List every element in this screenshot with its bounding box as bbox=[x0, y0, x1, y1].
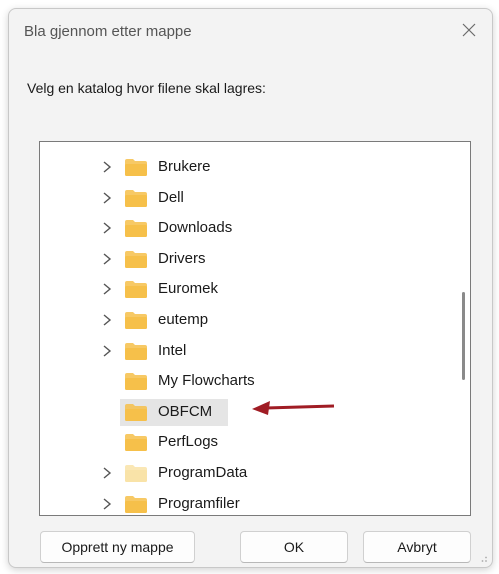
folder-icon bbox=[125, 159, 147, 176]
tree-item[interactable]: My Flowcharts bbox=[40, 367, 470, 395]
instruction-text: Velg en katalog hvor filene skal lagres: bbox=[27, 80, 266, 96]
tree-item-label: Intel bbox=[158, 341, 187, 359]
tree-item[interactable]: Intel bbox=[40, 337, 470, 365]
tree-item[interactable]: Programfiler bbox=[40, 490, 470, 515]
tree-item[interactable]: Drivers bbox=[40, 245, 470, 273]
chevron-right-icon[interactable] bbox=[100, 465, 114, 481]
chevron-right-icon[interactable] bbox=[100, 220, 114, 236]
tree-item-label: eutemp bbox=[158, 311, 209, 328]
chevron-right-icon[interactable] bbox=[100, 159, 114, 175]
tree-item-label: ProgramData bbox=[158, 464, 248, 481]
folder-icon bbox=[125, 373, 147, 391]
chevron-right-icon[interactable] bbox=[100, 343, 114, 359]
folder-icon bbox=[125, 495, 147, 513]
new-folder-button[interactable]: Opprett ny mappe bbox=[40, 531, 195, 563]
ok-button[interactable]: OK bbox=[240, 531, 348, 563]
folder-icon bbox=[125, 465, 147, 482]
folder-icon bbox=[125, 281, 147, 299]
resize-grip-icon[interactable] bbox=[478, 553, 488, 563]
tree-item-label: Dell bbox=[158, 188, 184, 206]
tree-item[interactable]: PerfLogs bbox=[40, 428, 470, 456]
cancel-button[interactable]: Avbryt bbox=[363, 531, 471, 563]
tree-item[interactable]: Dell bbox=[40, 184, 470, 212]
folder-icon bbox=[125, 403, 147, 421]
folder-tree[interactable]: Brukere Dell Downloads Drivers Euromek eutemp… bbox=[39, 141, 471, 516]
folder-icon bbox=[125, 220, 147, 238]
tree-item-label: Brukere bbox=[158, 158, 211, 175]
tree-item-label: Downloads bbox=[158, 219, 233, 237]
folder-icon bbox=[125, 312, 147, 329]
annotation-arrow-icon bbox=[252, 401, 335, 415]
tree-item[interactable]: Brukere bbox=[40, 153, 470, 181]
chevron-right-icon[interactable] bbox=[100, 190, 114, 206]
title-bar: Bla gjennom etter mappe bbox=[9, 9, 492, 53]
tree-item-label: Drivers bbox=[158, 249, 206, 267]
tree-item-label: PerfLogs bbox=[158, 433, 219, 451]
tree-item-label: OBFCM bbox=[158, 402, 213, 420]
chevron-right-icon[interactable] bbox=[100, 281, 114, 297]
close-icon[interactable] bbox=[458, 19, 480, 41]
tree-item-label: Programfiler bbox=[158, 494, 240, 512]
chevron-right-icon[interactable] bbox=[100, 251, 114, 267]
folder-icon bbox=[125, 342, 147, 360]
chevron-right-icon[interactable] bbox=[100, 496, 114, 512]
tree-item[interactable]: Euromek bbox=[40, 275, 470, 303]
folder-icon bbox=[125, 250, 147, 268]
dialog-title: Bla gjennom etter mappe bbox=[24, 23, 192, 40]
tree-item-label: My Flowcharts bbox=[158, 372, 255, 390]
folder-icon bbox=[125, 434, 147, 452]
tree-item[interactable]: eutemp bbox=[40, 306, 470, 334]
folder-icon bbox=[125, 189, 147, 207]
chevron-right-icon[interactable] bbox=[100, 312, 114, 328]
tree-item[interactable]: ProgramData bbox=[40, 459, 470, 487]
browse-folder-dialog: Bla gjennom etter mappe Velg en katalog … bbox=[8, 8, 493, 568]
tree-item[interactable]: Downloads bbox=[40, 214, 470, 242]
tree-item-label: Euromek bbox=[158, 280, 219, 298]
